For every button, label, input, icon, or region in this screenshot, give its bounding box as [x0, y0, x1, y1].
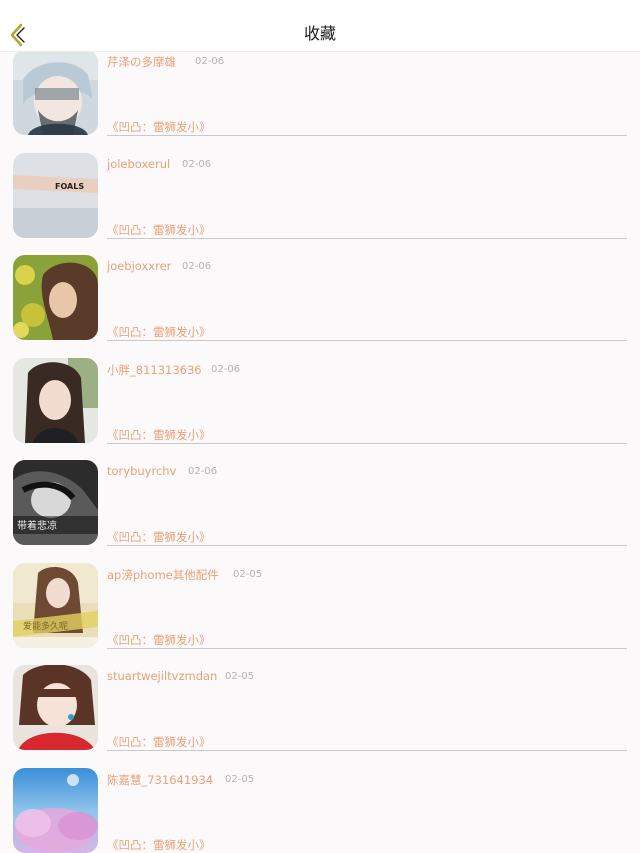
work-title[interactable]: 《凹凸：雷狮发小》: [107, 324, 211, 340]
date: 02-05: [233, 568, 263, 580]
user-name[interactable]: 芹泽の多摩雄: [107, 54, 176, 70]
date: 02-05: [225, 773, 255, 785]
work-title[interactable]: 《凹凸：雷狮发小》: [107, 632, 211, 648]
date: 02-06: [182, 261, 212, 272]
work-title[interactable]: 《凹凸：雷狮发小》: [107, 837, 211, 853]
user-name[interactable]: 陈嘉慧_731641934: [107, 772, 213, 788]
divider: [107, 340, 627, 341]
work-title[interactable]: 《凹凸：雷狮发小》: [107, 222, 211, 238]
date: 02-05: [225, 671, 255, 682]
avatar[interactable]: [13, 357, 98, 443]
favorites-list[interactable]: 芹泽の多摩雄 02-06 《凹凸：雷狮发小》 FOALS joleboxerul…: [0, 52, 640, 853]
list-item[interactable]: 爱能多久呢 ap滂phome其他配件 02-05 《凹凸：雷狮发小》: [0, 549, 640, 652]
avatar[interactable]: [13, 255, 98, 340]
work-title[interactable]: 《凹凸：雷狮发小》: [107, 119, 211, 135]
avatar[interactable]: [13, 52, 98, 135]
work-title[interactable]: 《凹凸：雷狮发小》: [107, 529, 211, 545]
list-item[interactable]: stuartwejiltvzmdan 02-05 《凹凸：雷狮发小》: [0, 651, 640, 754]
divider: [107, 647, 627, 649]
work-title[interactable]: 《凹凸：雷狮发小》: [107, 734, 211, 750]
work-title[interactable]: 《凹凸：雷狮发小》: [107, 427, 211, 443]
divider: [107, 237, 627, 239]
page-title: 收藏: [303, 24, 336, 43]
user-name[interactable]: joleboxerul: [107, 157, 170, 171]
avatar-overlay-text: 爱能多久呢: [23, 620, 68, 632]
user-name[interactable]: ap滂phome其他配件: [107, 567, 219, 583]
date: 02-06: [188, 466, 218, 477]
back-button[interactable]: [6, 22, 28, 48]
user-name[interactable]: torybuyrchv: [107, 464, 176, 478]
user-name[interactable]: 小胖_811313636: [107, 362, 202, 378]
list-item[interactable]: joebjoxxrer 02-06 《凹凸：雷狮发小》: [0, 241, 640, 344]
user-name[interactable]: joebjoxxrer: [107, 259, 171, 273]
avatar[interactable]: 带着悲凉: [13, 460, 98, 545]
divider: [107, 750, 627, 751]
list-item[interactable]: 带着悲凉 torybuyrchv 02-06 《凹凸：雷狮发小》: [0, 446, 640, 549]
status-bar: [0, 0, 640, 16]
avatar-overlay-text: FOALS: [55, 182, 84, 191]
divider: [107, 545, 627, 546]
avatar[interactable]: [13, 665, 98, 750]
divider: [107, 442, 627, 444]
list-item[interactable]: 小胖_811313636 02-06 《凹凸：雷狮发小》: [0, 344, 640, 447]
nav-bar: 收藏: [0, 16, 640, 52]
list-item[interactable]: FOALS joleboxerul 02-06 《凹凸：雷狮发小》: [0, 139, 640, 242]
avatar[interactable]: 爱能多久呢: [13, 562, 98, 648]
avatar-overlay-text: 带着悲凉: [17, 519, 57, 532]
date: 02-06: [211, 363, 241, 375]
avatar[interactable]: [13, 767, 98, 853]
user-name[interactable]: stuartwejiltvzmdan: [107, 669, 217, 683]
chevron-left-icon: [10, 23, 25, 47]
date: 02-06: [182, 158, 212, 170]
list-item[interactable]: 芹泽の多摩雄 02-06 《凹凸：雷狮发小》: [0, 52, 640, 139]
avatar[interactable]: FOALS: [13, 152, 98, 238]
list-item[interactable]: 陈嘉慧_731641934 02-05 《凹凸：雷狮发小》: [0, 754, 640, 853]
date: 02-06: [195, 56, 225, 67]
divider: [107, 135, 627, 136]
